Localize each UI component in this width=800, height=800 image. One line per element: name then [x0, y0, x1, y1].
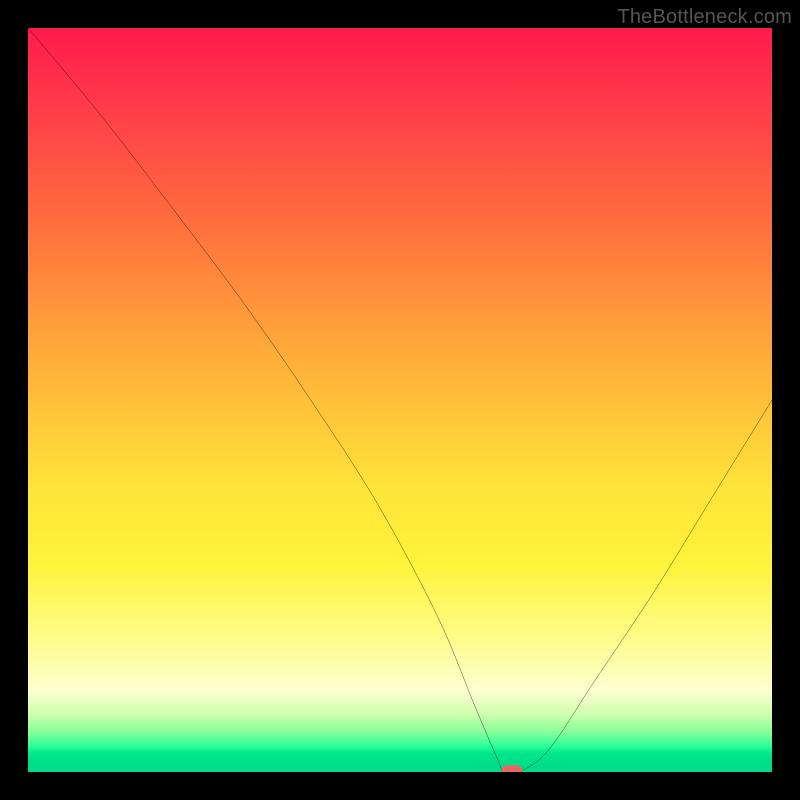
attribution-text: TheBottleneck.com: [617, 6, 792, 29]
plot-area: [28, 28, 772, 772]
optimum-marker: [501, 765, 523, 772]
gradient-background: [28, 28, 772, 772]
chart-frame: TheBottleneck.com: [0, 0, 800, 800]
